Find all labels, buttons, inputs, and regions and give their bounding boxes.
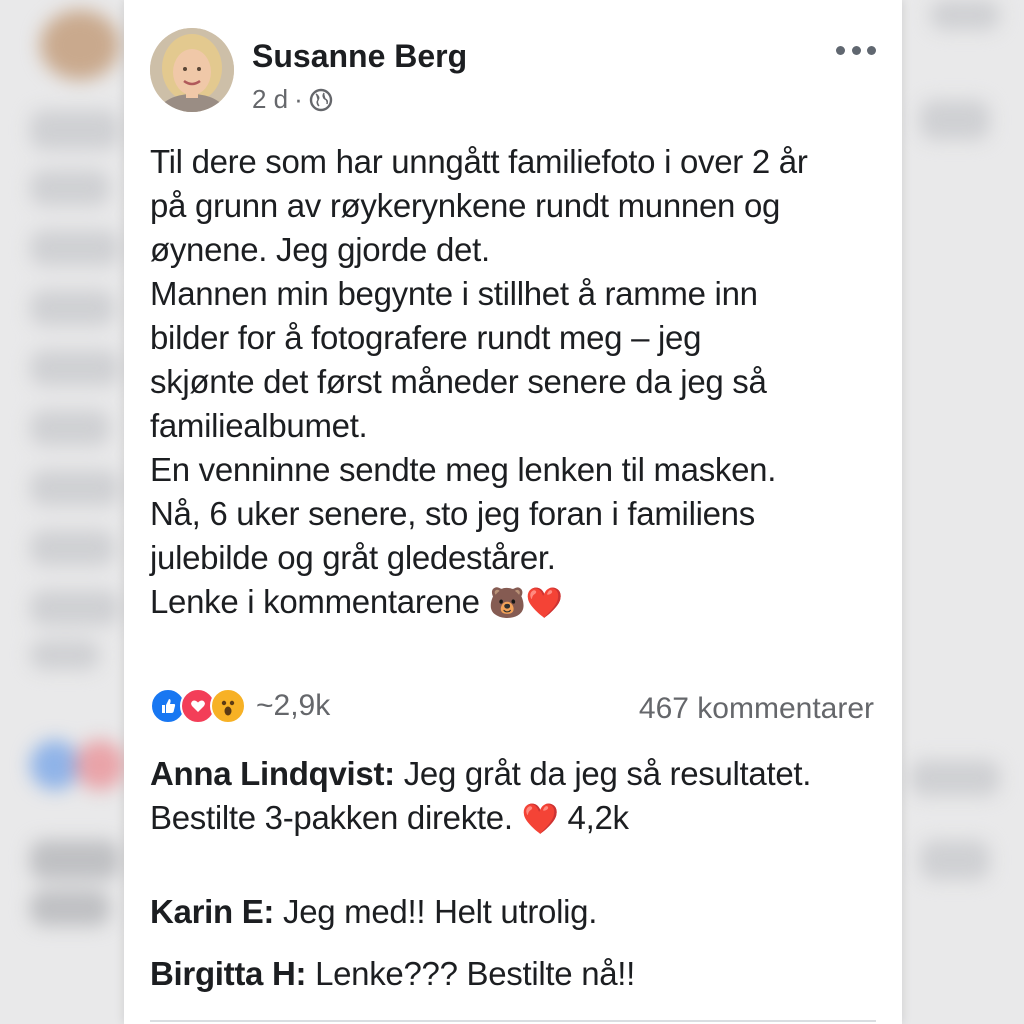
- bear-heart-emoji: 🐻❤️: [488, 586, 563, 621]
- comment-like-count: 4,2k: [558, 799, 629, 836]
- post-line: familiealbumet.: [150, 407, 368, 444]
- post-line: julebilde og gråt gledestårer.: [150, 539, 556, 576]
- commenter-name[interactable]: Karin E:: [150, 893, 274, 930]
- wow-icon: [210, 688, 246, 724]
- comment-text: Jeg med!! Helt utrolig.: [274, 893, 598, 930]
- commenter-name[interactable]: Birgitta H:: [150, 955, 307, 992]
- divider: [150, 1020, 876, 1022]
- post-line: Nå, 6 uker senere, sto jeg foran i famil…: [150, 495, 755, 532]
- post-line-text: Lenke i kommentarene: [150, 583, 480, 620]
- comment-text: Bestilte 3-pakken direkte.: [150, 799, 522, 836]
- post-body: Til dere som har unngått familiefoto i o…: [150, 140, 880, 626]
- post-meta: 2 d ·: [252, 84, 333, 115]
- post-line: øynene. Jeg gjorde det.: [150, 231, 490, 268]
- post-card: Susanne Berg 2 d · Til dere som har unng…: [124, 0, 902, 1024]
- post-time[interactable]: 2 d: [252, 84, 288, 115]
- author-name[interactable]: Susanne Berg: [252, 38, 467, 75]
- post-last-line: Lenke i kommentarene 🐻❤️: [150, 580, 880, 626]
- comment: Karin E: Jeg med!! Helt utrolig.: [150, 890, 880, 934]
- comment-text: Jeg gråt da jeg så resultatet.: [394, 755, 812, 792]
- comment-text: Lenke??? Bestilte nå!!: [306, 955, 636, 992]
- post-line: bilder for å fotografere rundt meg – jeg: [150, 319, 702, 356]
- reactions-summary[interactable]: ~2,9k: [150, 688, 330, 724]
- post-line: skjønte det først måneder senere da jeg …: [150, 363, 767, 400]
- heart-emoji: ❤️: [521, 802, 559, 837]
- post-line: Til dere som har unngått familiefoto i o…: [150, 143, 808, 180]
- author-avatar[interactable]: [150, 28, 234, 112]
- comment-count-link[interactable]: 467 kommentarer: [639, 692, 874, 726]
- post-line: Mannen min begynte i stillhet å ramme in…: [150, 275, 758, 312]
- comment: Birgitta H: Lenke??? Bestilte nå!!: [150, 952, 880, 996]
- reaction-count: ~2,9k: [256, 689, 331, 722]
- comment: Anna Lindqvist: Jeg gråt da jeg så resul…: [150, 752, 880, 842]
- more-options-icon[interactable]: [836, 36, 876, 64]
- post-line: på grunn av røykerynkene rundt munnen og: [150, 187, 781, 224]
- commenter-name[interactable]: Anna Lindqvist:: [150, 755, 395, 792]
- reaction-icons: [150, 688, 246, 724]
- meta-separator: ·: [294, 84, 303, 114]
- post-line: En venninne sendte meg lenken til masken…: [150, 451, 777, 488]
- globe-icon: [309, 88, 333, 112]
